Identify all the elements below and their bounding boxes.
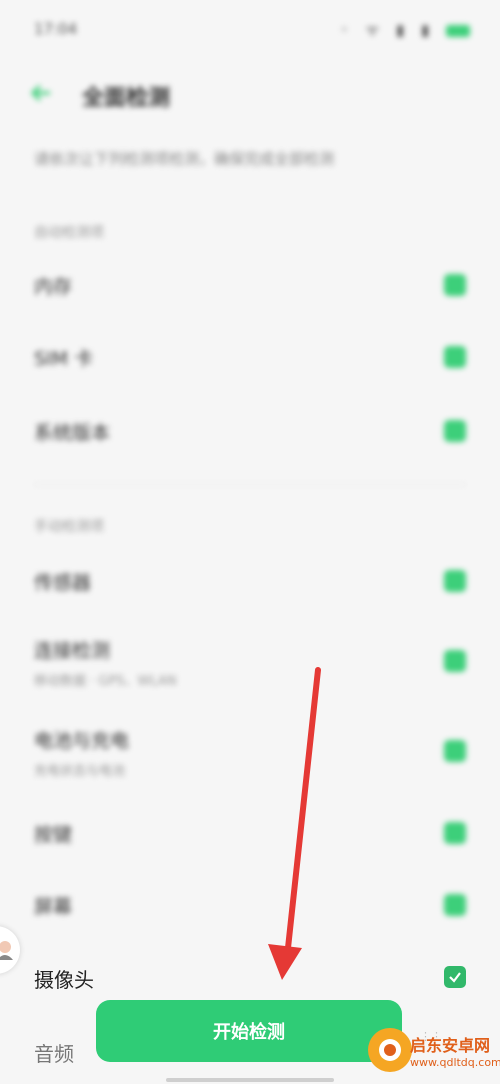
checkbox-checked[interactable] xyxy=(444,894,466,916)
item-label: 连接检测 xyxy=(34,640,111,662)
checkbox-checked[interactable] xyxy=(444,346,466,368)
status-time: 17:04 xyxy=(34,20,78,38)
checkbox-checked[interactable] xyxy=(444,740,466,762)
header: 全面检测 xyxy=(0,70,500,120)
item-label: 按键 xyxy=(34,824,73,846)
audio-item-label[interactable]: 音频 xyxy=(34,1038,74,1067)
watermark: 启东安卓网 www.qdltdq.com xyxy=(366,1022,500,1084)
item-label: 内存 xyxy=(34,276,73,298)
status-icons: ◦ ᯤ ▮ ▮ xyxy=(340,20,470,40)
section-label-auto: 自动检测项 xyxy=(34,225,104,241)
back-arrow-icon[interactable] xyxy=(30,82,52,104)
checkbox-checked[interactable] xyxy=(444,650,466,672)
item-sublabel: 移动数据 · GPS、WLAN xyxy=(34,674,177,689)
item-label: 传感器 xyxy=(34,572,92,594)
checkbox-checked[interactable] xyxy=(444,420,466,442)
checkmark-icon xyxy=(449,972,461,983)
description-text: 请依次让下列检测项检测，确保完成全部检测 xyxy=(34,150,335,168)
item-label: 系统版本 xyxy=(34,422,111,444)
assistant-avatar-icon xyxy=(0,941,13,960)
item-label: 电池与充电 xyxy=(34,730,130,752)
battery-icon xyxy=(446,24,470,37)
status-bar: 17:04 ◦ ᯤ ▮ ▮ xyxy=(0,0,500,60)
floating-assistant-tab[interactable] xyxy=(0,926,20,974)
start-detection-button[interactable]: 开始检测 xyxy=(96,1000,402,1062)
section-divider xyxy=(34,484,466,485)
item-label: 屏幕 xyxy=(34,896,73,918)
watermark-title: 启东安卓网 xyxy=(410,1036,491,1055)
item-sublabel: 充电状态与电池 xyxy=(34,764,126,779)
home-indicator[interactable] xyxy=(166,1078,334,1082)
camera-item-label[interactable]: 摄像头 xyxy=(34,964,94,993)
checkbox-checked[interactable] xyxy=(444,822,466,844)
item-label: SIM 卡 xyxy=(34,348,94,370)
watermark-url: www.qdltdq.com xyxy=(410,1056,500,1069)
watermark-logo-icon xyxy=(368,1028,412,1072)
page-title: 全面检测 xyxy=(82,86,171,111)
section-label-manual: 手动检测项 xyxy=(34,519,104,535)
checkbox-checked[interactable] xyxy=(444,274,466,296)
camera-checkbox[interactable] xyxy=(444,966,466,988)
signal-icons: ◦ ᯤ ▮ ▮ xyxy=(339,21,436,39)
checkbox-checked[interactable] xyxy=(444,570,466,592)
